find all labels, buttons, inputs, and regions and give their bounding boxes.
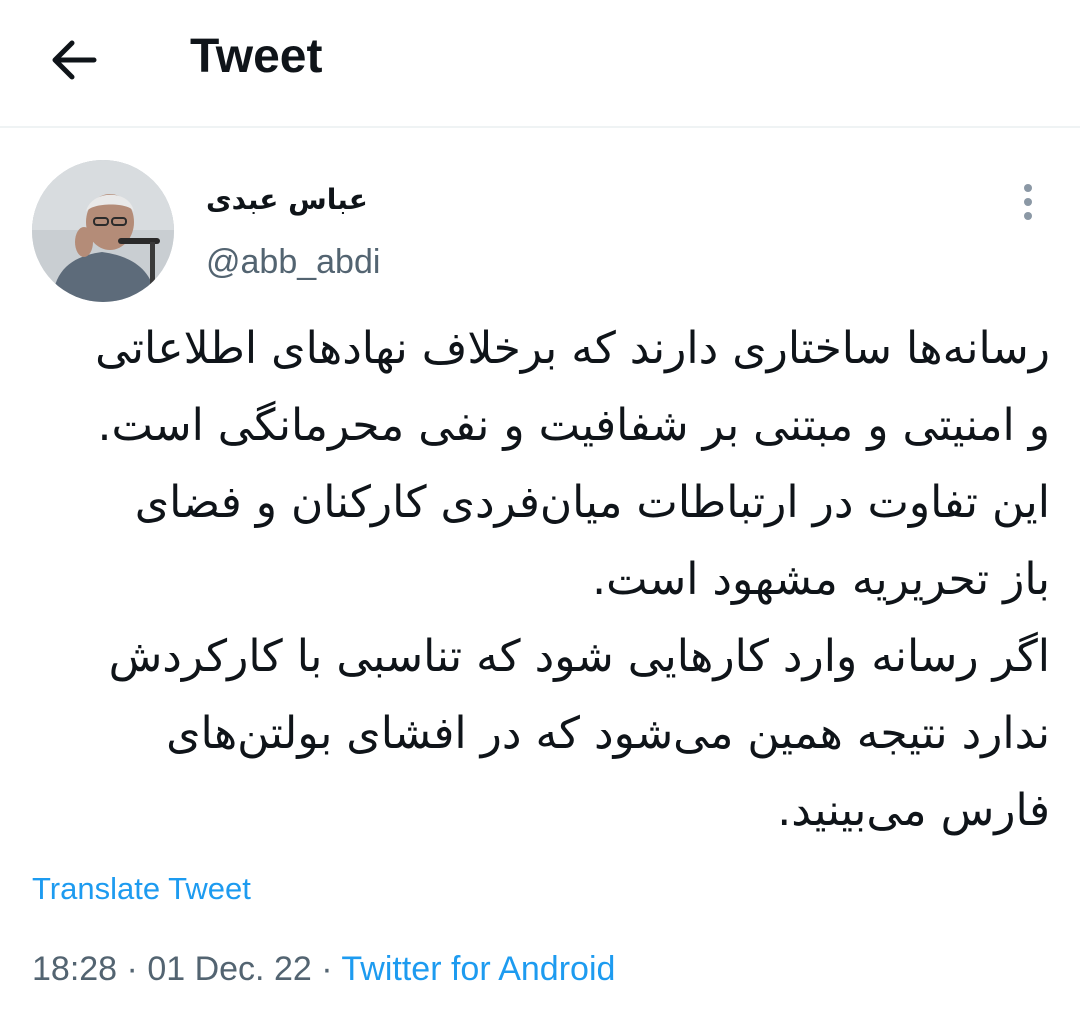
author-handle[interactable]: @abb_abdi xyxy=(206,240,380,284)
avatar[interactable] xyxy=(32,160,174,302)
tweet-time: 18:28 xyxy=(32,950,118,988)
tweet-line: ندارد نتیجه همین می‌شود که در افشای بولت… xyxy=(166,708,1050,759)
tweet-line: اگر رسانه وارد کارهایی شود که تناسبی با … xyxy=(108,631,1050,682)
back-button[interactable] xyxy=(44,30,104,90)
tweet-line: رسانه‌ها ساختاری دارند که برخلاف نهادهای… xyxy=(95,323,1050,374)
tweet-line: و امنیتی و مبتنی بر شفافیت و نفی محرمانگ… xyxy=(97,400,1050,451)
tweet-text: رسانه‌ها ساختاری دارند که برخلاف نهادهای… xyxy=(30,310,1050,849)
arrow-left-icon xyxy=(52,40,97,80)
page-title: Tweet xyxy=(190,30,323,83)
tweet-meta: 18:28 · 01 Dec. 22 · Twitter for Android xyxy=(32,946,615,992)
more-vertical-icon xyxy=(1024,184,1032,192)
more-options-button[interactable] xyxy=(1008,180,1048,228)
tweet-line: باز تحریریه مشهود است. xyxy=(592,554,1050,605)
tweet-source-link[interactable]: Twitter for Android xyxy=(341,950,615,988)
author-name[interactable]: عباس عبدی xyxy=(206,180,368,220)
tweet-line: فارس می‌بینید. xyxy=(777,785,1050,836)
meta-separator: · xyxy=(321,950,333,988)
more-vertical-icon-dot xyxy=(1024,212,1032,220)
more-vertical-icon-dot xyxy=(1024,198,1032,206)
top-bar: Tweet xyxy=(0,0,1080,128)
translate-tweet-link[interactable]: Translate Tweet xyxy=(32,868,251,910)
tweet-line: این تفاوت در ارتباطات میان‌فردی کارکنان … xyxy=(134,477,1050,528)
profile-photo xyxy=(32,160,174,302)
tweet-date: 01 Dec. 22 xyxy=(147,950,312,988)
meta-separator: · xyxy=(126,950,138,988)
